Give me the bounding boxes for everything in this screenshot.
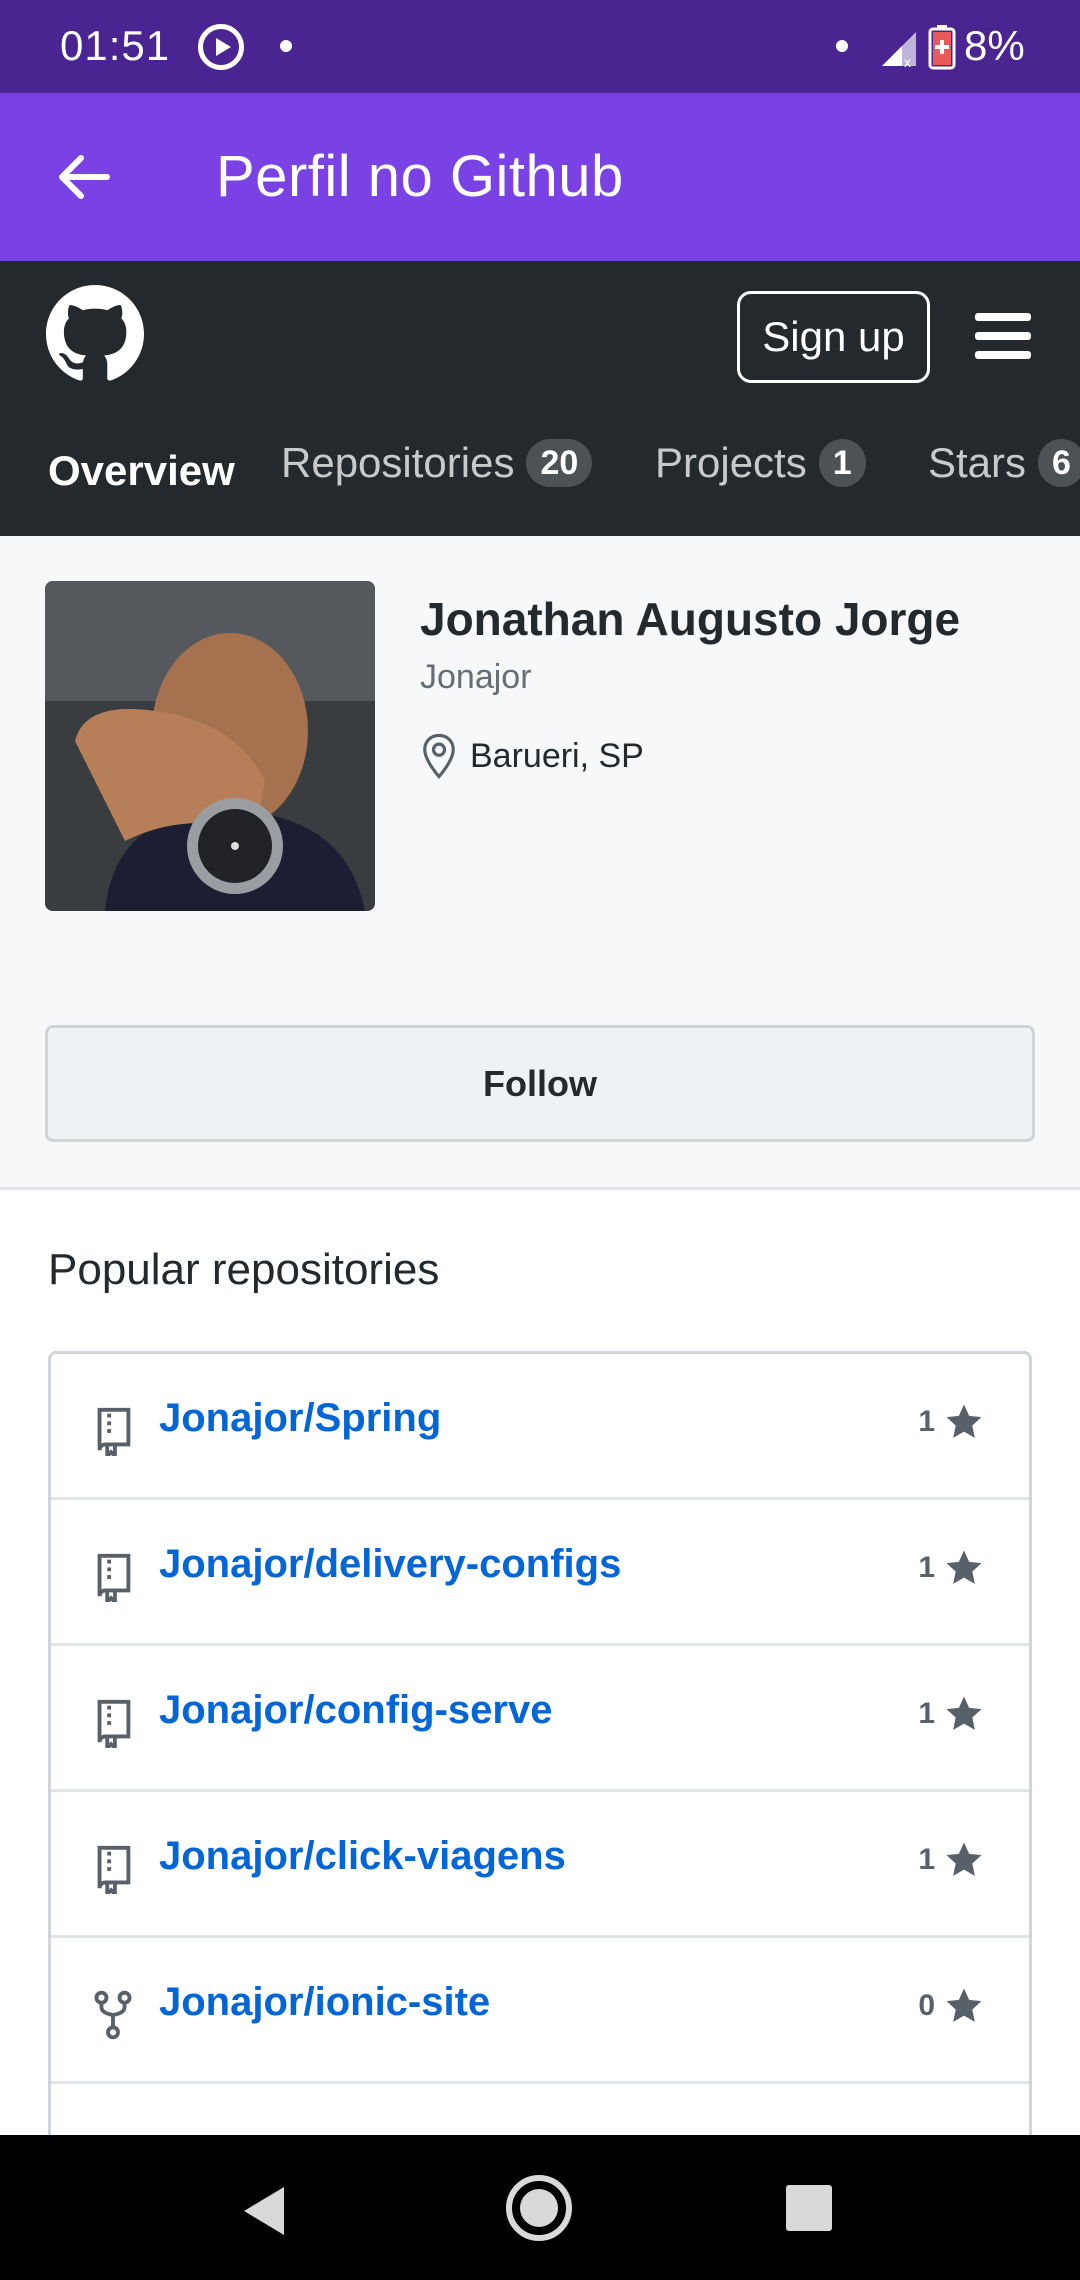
battery-percent: 8% [964, 22, 1025, 69]
tab-label: Overview [48, 447, 235, 494]
notification-dot-icon [280, 40, 292, 52]
section-title: Popular repositories [48, 1245, 440, 1294]
counter-badge: 20 [526, 439, 593, 487]
tab-label: Repositories [281, 439, 515, 486]
counter-badge: 6 [1038, 439, 1080, 487]
repo-link[interactable]: Jonajor/Spring [159, 1396, 441, 1441]
avatar[interactable] [45, 581, 375, 911]
star-count: 1 [918, 1551, 935, 1584]
star-count: 1 [918, 1697, 935, 1730]
profile-card: Jonathan Augusto Jorge Jonajor Barueri, … [0, 536, 1080, 1190]
tab-projects[interactable]: Projects 1 [655, 439, 866, 487]
location-pin-icon [423, 733, 455, 779]
notification-dot-icon [836, 40, 848, 52]
repo-link[interactable]: Jonajor/config-serve [159, 1688, 552, 1733]
repo-item[interactable]: Jonajor/Spring 1 [51, 1354, 1029, 1500]
repo-star-count: 1 [918, 1694, 985, 1734]
profile-username: Jonajor [420, 658, 532, 696]
repo-item[interactable]: Jonajor/click-viagens 1 [51, 1792, 1029, 1938]
repo-item[interactable]: Jonajor/ionic-site 0 [51, 1938, 1029, 2084]
repo-link[interactable]: Jonajor/click-viagens [159, 1834, 566, 1879]
location-text: Barueri, SP [470, 736, 644, 775]
page-title: Perfil no Github [216, 144, 624, 209]
github-header: Sign up Overview Repositories 20 Project… [0, 261, 1080, 536]
repo-link[interactable]: Jonajor/ionic-site [159, 1980, 490, 2025]
battery-icon [928, 25, 956, 70]
hamburger-menu-icon[interactable] [975, 313, 1035, 363]
signal-icon: x [882, 32, 916, 68]
star-icon [946, 1842, 982, 1876]
nav-recents-icon[interactable] [786, 2185, 832, 2231]
avatar-photo [45, 581, 375, 911]
tab-label: Projects [655, 439, 807, 486]
signup-button[interactable]: Sign up [737, 291, 930, 383]
follow-button[interactable]: Follow [45, 1025, 1035, 1142]
star-icon [946, 1550, 982, 1584]
tab-overview[interactable]: Overview [48, 447, 235, 495]
counter-badge: 1 [818, 439, 866, 487]
media-play-icon [198, 24, 244, 70]
profile-full-name: Jonathan Augusto Jorge [420, 593, 961, 645]
status-time: 01:51 [60, 22, 171, 69]
app-bar: Perfil no Github [0, 93, 1080, 261]
tab-repositories[interactable]: Repositories 20 [281, 439, 593, 487]
repo-star-count: 1 [918, 1840, 985, 1880]
nav-home-icon[interactable] [506, 2175, 572, 2241]
repo-icon [97, 1407, 131, 1456]
fork-icon [94, 1990, 132, 2040]
repo-star-count: 0 [918, 1986, 985, 2026]
star-icon [946, 1404, 982, 1438]
arrow-left-icon [59, 155, 110, 199]
repo-list: Jonajor/Spring 1 Jonajor/delivery-config… [48, 1351, 1032, 2151]
profile-tabs: Overview Repositories 20 Projects 1 Star… [0, 421, 1080, 536]
repo-icon [97, 1699, 131, 1748]
svg-text:x: x [904, 54, 911, 68]
github-logo-icon[interactable] [46, 285, 144, 383]
tab-stars[interactable]: Stars 6 [928, 439, 1080, 487]
nav-back-icon[interactable] [240, 2185, 288, 2237]
back-button[interactable] [44, 137, 124, 217]
repo-star-count: 1 [918, 1548, 985, 1588]
star-count: 1 [918, 1405, 935, 1438]
repo-icon [97, 1553, 131, 1602]
system-nav-bar [0, 2135, 1080, 2280]
profile-location: Barueri, SP [420, 732, 644, 780]
repo-item[interactable]: Jonajor/config-serve 1 [51, 1646, 1029, 1792]
repo-link[interactable]: Jonajor/delivery-configs [159, 1542, 621, 1587]
star-icon [946, 1696, 982, 1730]
status-bar: 01:51 x 8% [0, 0, 1080, 93]
star-icon [946, 1988, 982, 2022]
tab-label: Stars [928, 439, 1027, 486]
repo-icon [97, 1845, 131, 1894]
repo-star-count: 1 [918, 1402, 985, 1442]
star-count: 0 [918, 1989, 935, 2022]
star-count: 1 [918, 1843, 935, 1876]
repo-item[interactable]: Jonajor/delivery-configs 1 [51, 1500, 1029, 1646]
